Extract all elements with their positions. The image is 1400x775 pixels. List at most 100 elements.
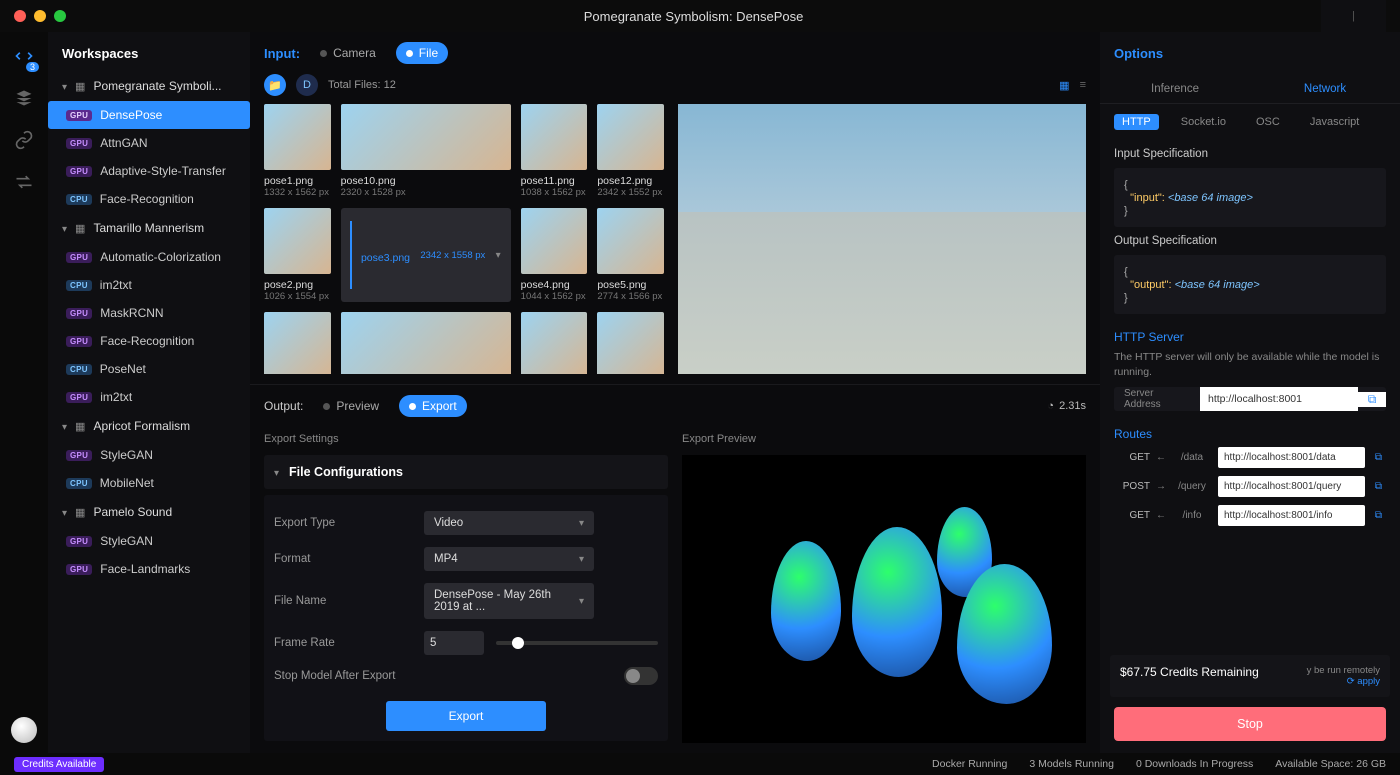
file-thumb[interactable]: pose5.png2774 x 1566 px	[597, 208, 664, 302]
filename-input[interactable]: DensePose - May 26th 2019 at ...	[424, 583, 594, 619]
output-mode-export[interactable]: Export	[399, 395, 467, 417]
subtab-socket[interactable]: Socket.io	[1173, 114, 1234, 130]
workspace-head[interactable]: Pomegranate Symboli...	[48, 71, 250, 101]
window-title: Pomegranate Symbolism: DensePose	[66, 9, 1321, 24]
route-url-input[interactable]	[1218, 476, 1365, 497]
section-file-config[interactable]: File Configurations	[264, 455, 668, 489]
stop-after-toggle[interactable]	[624, 667, 658, 685]
list-view-icon[interactable]: ≡	[1080, 79, 1086, 91]
file-thumb[interactable]	[521, 312, 588, 374]
model-name: DensePose	[100, 108, 162, 122]
workspace-head[interactable]: Apricot Formalism	[48, 411, 250, 441]
route-url-input[interactable]	[1218, 447, 1365, 468]
model-row[interactable]: GPUDensePose	[48, 101, 250, 129]
apply-credits[interactable]: ⟳ apply	[1307, 676, 1380, 687]
model-row[interactable]: GPUFace-Landmarks	[48, 555, 250, 583]
rail-badge: 3	[26, 62, 39, 72]
file-thumb[interactable]	[264, 312, 331, 374]
stop-button[interactable]: Stop	[1114, 707, 1386, 741]
output-mode-preview[interactable]: Preview	[313, 395, 389, 417]
file-thumb[interactable]: pose2.png1026 x 1554 px	[264, 208, 331, 302]
inference-time: ◔2.31s	[1047, 400, 1086, 412]
grid-view-icon[interactable]: ▦	[1059, 79, 1069, 92]
model-row[interactable]: CPUPoseNet	[48, 355, 250, 383]
add-folder-icon[interactable]: 📁	[264, 74, 286, 96]
file-thumb[interactable]: pose1.png1332 x 1562 px	[264, 104, 331, 198]
sidebar-title: Workspaces	[48, 32, 250, 71]
file-thumb[interactable]: pose4.png1044 x 1562 px	[521, 208, 588, 302]
copy-icon[interactable]: ⧉	[1371, 452, 1386, 463]
close-window[interactable]	[14, 10, 26, 22]
arrow-icon: ←	[1156, 452, 1166, 463]
link-icon[interactable]	[14, 130, 34, 150]
copy-address-icon[interactable]: ⧉	[1358, 392, 1386, 407]
thumb-image	[521, 312, 588, 374]
models-icon[interactable]	[14, 88, 34, 108]
file-thumb[interactable]: pose11.png1038 x 1562 px	[521, 104, 588, 198]
minimize-window[interactable]	[34, 10, 46, 22]
model-name: im2txt	[100, 278, 132, 292]
model-row[interactable]: GPUStyleGAN	[48, 441, 250, 469]
export-button[interactable]: Export	[386, 701, 546, 731]
tab-network[interactable]: Network	[1250, 75, 1400, 103]
compute-chip: CPU	[66, 364, 92, 375]
options-panel: Options Inference Network HTTP Socket.io…	[1100, 32, 1400, 753]
model-row[interactable]: CPUFace-Recognition	[48, 185, 250, 213]
input-preview	[678, 104, 1086, 374]
compute-chip: GPU	[66, 166, 92, 177]
workspace-icon	[75, 221, 85, 235]
tab-inference[interactable]: Inference	[1100, 75, 1250, 103]
file-thumb[interactable]	[341, 312, 511, 374]
model-row[interactable]: CPUim2txt	[48, 271, 250, 299]
model-name: StyleGAN	[100, 448, 153, 462]
model-row[interactable]: GPUAutomatic-Colorization	[48, 243, 250, 271]
copy-icon[interactable]: ⧉	[1371, 481, 1386, 492]
file-thumb[interactable]: pose10.png2320 x 1528 px	[341, 104, 511, 198]
thumb-dimensions: 1026 x 1554 px	[264, 291, 331, 302]
arrow-icon: →	[1156, 481, 1166, 492]
filter-icon[interactable]: D	[296, 74, 318, 96]
workspace-head[interactable]: Tamarillo Mannerism	[48, 213, 250, 243]
route-url-input[interactable]	[1218, 505, 1365, 526]
workspace-head[interactable]: Pamelo Sound	[48, 497, 250, 527]
model-row[interactable]: GPU Face-Recognition	[48, 327, 250, 355]
subtab-osc[interactable]: OSC	[1248, 114, 1288, 130]
file-thumb[interactable]	[597, 312, 664, 374]
copy-icon[interactable]: ⧉	[1371, 510, 1386, 521]
model-row[interactable]: GPUim2txt	[48, 383, 250, 411]
user-avatar[interactable]	[11, 717, 37, 743]
compute-chip: GPU	[66, 536, 92, 547]
input-mode-file[interactable]: File	[396, 42, 448, 64]
chevron-down-icon	[62, 419, 67, 433]
model-row[interactable]: GPUMaskRCNN	[48, 299, 250, 327]
export-type-select[interactable]: Video	[424, 511, 594, 535]
status-bar: Credits Available Docker Running 3 Model…	[0, 753, 1400, 775]
compute-chip: GPU	[66, 336, 92, 347]
model-row[interactable]: CPUMobileNet	[48, 469, 250, 497]
flow-icon[interactable]	[14, 172, 34, 192]
format-select[interactable]: MP4	[424, 547, 594, 571]
input-bar: Input: Camera File	[250, 32, 1100, 74]
model-name: Face-Recognition	[100, 334, 194, 348]
credits-pill[interactable]: Credits Available	[14, 757, 104, 772]
framerate-slider[interactable]	[496, 641, 658, 645]
thumb-filename: pose10.png	[341, 175, 511, 187]
model-name: Face-Recognition	[100, 192, 194, 206]
input-mode-camera[interactable]: Camera	[310, 42, 386, 64]
file-thumb[interactable]: pose12.png2342 x 1552 px	[597, 104, 664, 198]
compute-chip: GPU	[66, 308, 92, 319]
maximize-window[interactable]	[54, 10, 66, 22]
thumb-image	[341, 104, 511, 170]
model-row[interactable]: GPUStyleGAN	[48, 527, 250, 555]
server-address-input[interactable]	[1200, 387, 1358, 411]
thumb-dimensions: 1038 x 1562 px	[521, 187, 588, 198]
arrow-icon: ←	[1156, 510, 1166, 521]
model-row[interactable]: GPUAttnGAN	[48, 129, 250, 157]
thumb-image	[341, 312, 511, 374]
subtab-js[interactable]: Javascript	[1302, 114, 1368, 130]
subtab-http[interactable]: HTTP	[1114, 114, 1159, 130]
file-thumb[interactable]: pose3.png2342 x 1558 px	[341, 208, 511, 302]
thumb-dimensions: 2342 x 1552 px	[597, 187, 664, 198]
framerate-input[interactable]	[424, 631, 484, 655]
model-row[interactable]: GPUAdaptive-Style-Transfer	[48, 157, 250, 185]
